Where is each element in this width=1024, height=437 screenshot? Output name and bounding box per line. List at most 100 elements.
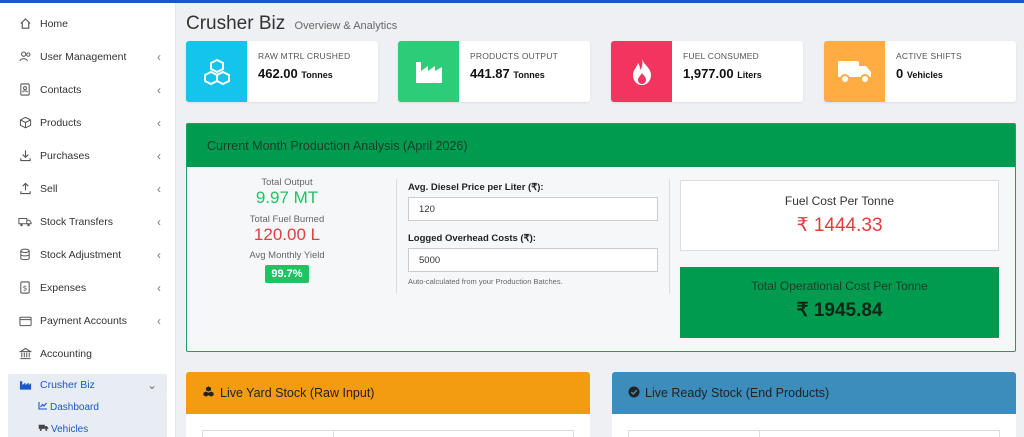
card-value: 1,977.00 (683, 66, 734, 81)
fuel-cost-value: ₹ 1444.33 (796, 215, 883, 236)
sidebar-item-purchases[interactable]: Purchases ‹ (0, 139, 175, 172)
chevron-left-icon: ‹ (157, 148, 161, 163)
sidebar-item-stock-adjustment[interactable]: Stock Adjustment ‹ (0, 238, 175, 271)
sidebar-item-contacts[interactable]: Contacts ‹ (0, 73, 175, 106)
receipt-icon: $ (18, 281, 32, 295)
sidebar-submenu: Dashboard Vehicles (8, 396, 167, 437)
card-label: ACTIVE SHIFTS (896, 51, 962, 61)
sidebar-item-sell[interactable]: Sell ‹ (0, 172, 175, 205)
sidebar-item-home[interactable]: Home (0, 7, 175, 40)
sidebar-item-label: Payment Accounts (40, 314, 127, 327)
sidebar: Home User Management ‹ Contacts ‹ Produc… (0, 3, 176, 437)
stat-card-raw-material: RAW MTRL CRUSHED 462.00 Tonnes (186, 41, 378, 102)
database-icon (18, 248, 32, 262)
overhead-cost-input[interactable] (408, 248, 658, 272)
card-label: RAW MTRL CRUSHED (258, 51, 351, 61)
cubes-icon (186, 41, 247, 102)
address-book-icon (18, 83, 32, 97)
production-summary: Total Output 9.97 MT Total Fuel Burned 1… (187, 177, 387, 283)
sidebar-subitem-label: Vehicles (51, 423, 89, 435)
chevron-left-icon: ‹ (157, 115, 161, 130)
sidebar-item-products[interactable]: Products ‹ (0, 106, 175, 139)
panel-title: Live Yard Stock (Raw Input) (220, 386, 375, 400)
main-content: Crusher Biz Overview & Analytics RAW MTR… (186, 3, 1016, 437)
industry-icon (398, 41, 459, 102)
card-unit: Tonnes (513, 70, 545, 80)
bank-icon (18, 347, 32, 361)
users-icon (18, 50, 32, 64)
total-cost-value: ₹ 1945.84 (796, 300, 883, 321)
svg-text:$: $ (23, 283, 28, 292)
truck-icon (824, 41, 885, 102)
sidebar-item-user-management[interactable]: User Management ‹ (0, 40, 175, 73)
chevron-left-icon: ‹ (157, 82, 161, 97)
sidebar-subitem-label: Dashboard (50, 401, 99, 413)
card-value: 462.00 (258, 66, 298, 81)
sidebar-item-expenses[interactable]: $ Expenses ‹ (0, 271, 175, 304)
sidebar-item-label: Accounting (40, 347, 92, 360)
home-icon (18, 17, 32, 31)
total-cost-title: Total Operational Cost Per Tonne (751, 279, 928, 293)
chevron-left-icon: ‹ (157, 214, 161, 229)
stat-card-products-output: PRODUCTS OUTPUT 441.87 Tonnes (398, 41, 590, 102)
panel-header: Live Ready Stock (End Products) (612, 372, 1016, 414)
stat-card-fuel-consumed: FUEL CONSUMED 1,977.00 Liters (611, 41, 803, 102)
chevron-left-icon: ‹ (157, 280, 161, 295)
page-title-text: Crusher Biz (186, 13, 286, 34)
sidebar-subitem-dashboard[interactable]: Dashboard (38, 396, 167, 418)
sidebar-item-label: Expenses (40, 281, 87, 294)
total-output-label: Total Output (261, 177, 313, 188)
page-title: Crusher Biz Overview & Analytics (186, 13, 397, 35)
sidebar-item-payment-accounts[interactable]: Payment Accounts ‹ (0, 304, 175, 337)
sidebar-item-label: Products (40, 116, 82, 129)
sidebar-subitem-vehicles[interactable]: Vehicles (38, 418, 167, 437)
panel-title: Live Ready Stock (End Products) (645, 386, 830, 400)
yield-label: Avg Monthly Yield (249, 250, 325, 261)
stat-card-active-shifts: ACTIVE SHIFTS 0 Vehicles (824, 41, 1016, 102)
cost-inputs: Avg. Diesel Price per Liter (₹): Logged … (408, 182, 660, 286)
sidebar-item-label: Stock Transfers (40, 215, 113, 228)
card-value: 0 (896, 66, 904, 81)
panel-header: Live Yard Stock (Raw Input) (186, 372, 590, 414)
card-label: PRODUCTS OUTPUT (470, 51, 558, 61)
ready-stock-panel: Live Ready Stock (End Products) (612, 372, 1016, 437)
panel-title: Current Month Production Analysis (April… (187, 124, 1015, 167)
sidebar-item-label: Stock Adjustment (40, 248, 122, 261)
sidebar-item-accounting[interactable]: Accounting (0, 337, 175, 370)
divider (396, 179, 397, 294)
total-operational-cost-box: Total Operational Cost Per Tonne ₹ 1945.… (680, 267, 999, 338)
sidebar-item-label: Purchases (40, 149, 90, 162)
sidebar-item-stock-transfers[interactable]: Stock Transfers ‹ (0, 205, 175, 238)
check-circle-icon (628, 386, 640, 401)
fuel-burned-value: 120.00 L (253, 225, 321, 244)
stock-table (628, 430, 1000, 437)
chevron-left-icon: ‹ (157, 313, 161, 328)
card-unit: Liters (737, 70, 762, 80)
overhead-cost-label: Logged Overhead Costs (₹): (408, 233, 536, 244)
card-unit: Vehicles (906, 70, 943, 80)
download-icon (18, 149, 32, 163)
card-value: 441.87 (470, 66, 510, 81)
page-subtitle: Overview & Analytics (294, 20, 398, 32)
sidebar-item-label: Home (40, 17, 69, 30)
diesel-price-input[interactable] (408, 197, 658, 221)
sidebar-item-label: Contacts (40, 83, 82, 96)
sidebar-item-crusher-biz[interactable]: Crusher Biz ⌄ (8, 374, 167, 396)
sidebar-item-label: Sell (40, 182, 58, 195)
yield-badge: 99.7% (265, 265, 309, 283)
upload-icon (18, 182, 32, 196)
fuel-cost-title: Fuel Cost Per Tonne (784, 194, 895, 208)
stock-table (202, 430, 574, 437)
cube-icon (18, 116, 32, 130)
hint-text: Auto-calculated from your Production Bat… (408, 277, 563, 286)
industry-icon (18, 378, 32, 392)
sidebar-item-label: Crusher Biz (40, 379, 95, 391)
fire-icon (611, 41, 672, 102)
truck-icon (38, 423, 49, 435)
sidebar-item-label: User Management (40, 50, 127, 63)
divider (669, 179, 670, 294)
chevron-down-icon: ⌄ (146, 378, 157, 392)
chevron-left-icon: ‹ (157, 49, 161, 64)
card-label: FUEL CONSUMED (683, 51, 759, 61)
card-unit: Tonnes (301, 70, 333, 80)
